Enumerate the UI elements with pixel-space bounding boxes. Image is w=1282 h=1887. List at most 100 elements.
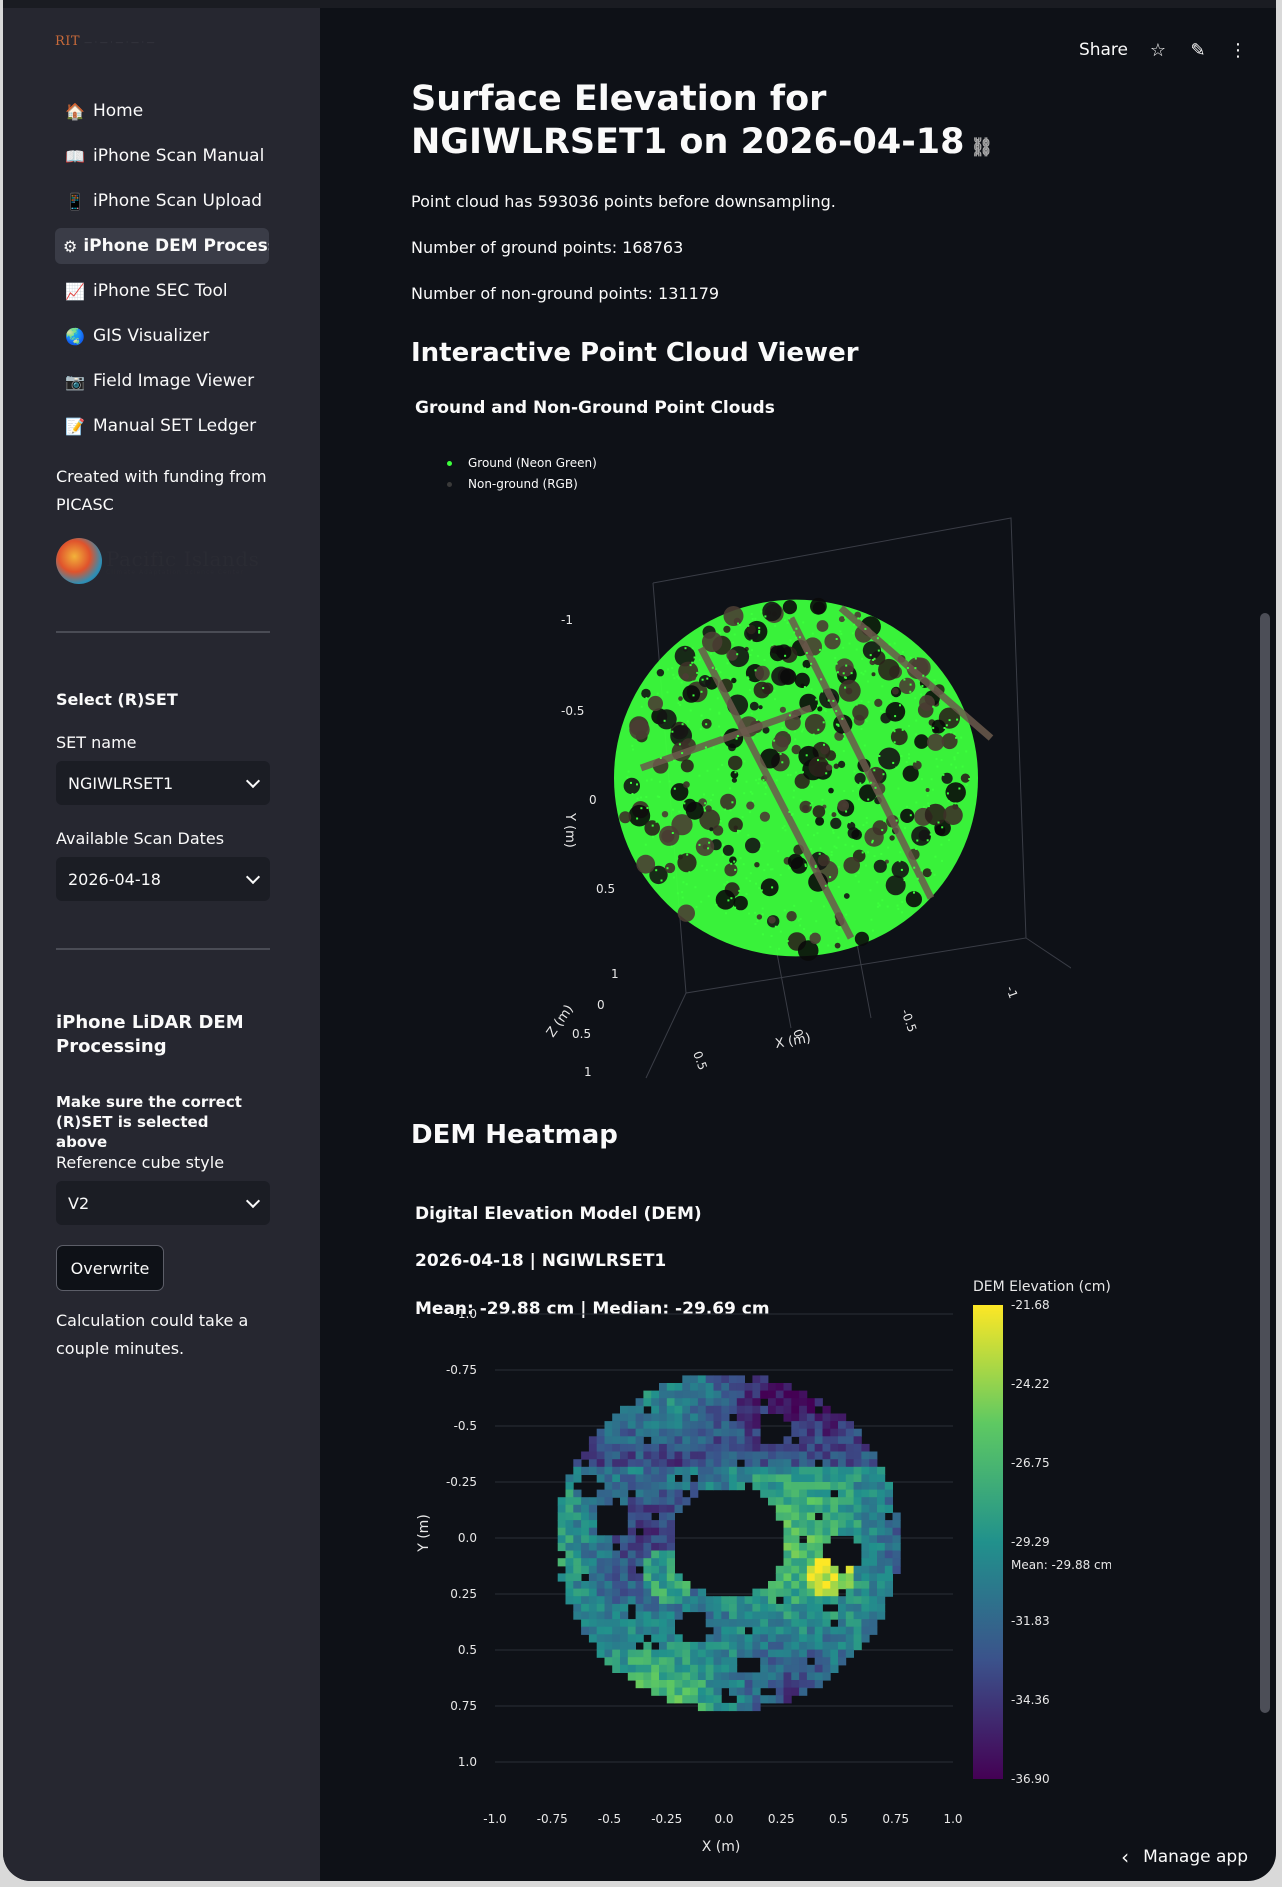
ground-point (903, 678, 906, 681)
dem-cell (752, 1611, 761, 1620)
share-button[interactable]: Share (1079, 40, 1128, 60)
dem-cell (736, 1375, 745, 1384)
dem-cell (783, 1512, 792, 1521)
dem-cell (643, 1413, 652, 1422)
sidebar-item-manual-set-ledger[interactable]: 📝 Manual SET Ledger (55, 408, 269, 444)
link-icon[interactable]: ⛓ (970, 137, 993, 158)
ground-point (751, 617, 754, 620)
dem-cell (612, 1603, 621, 1613)
star-icon[interactable]: ☆ (1148, 40, 1168, 61)
dem-cell (659, 1398, 668, 1407)
ground-point (725, 912, 727, 915)
legend-ground[interactable]: Ground (Neon Green) (447, 453, 597, 474)
ground-point (766, 863, 769, 866)
dem-cell (799, 1398, 808, 1407)
dem-cell (768, 1581, 777, 1590)
scrollbar[interactable] (1260, 613, 1270, 1713)
dem-cell (768, 1634, 777, 1643)
point-cloud-tick-label: -1 (1003, 984, 1020, 1000)
dem-cell (588, 1573, 598, 1582)
dem-cell (845, 1626, 854, 1635)
dem-cell (799, 1649, 808, 1658)
ground-point (757, 782, 760, 785)
overwrite-button[interactable]: Overwrite (56, 1245, 164, 1291)
dem-cell (830, 1649, 839, 1658)
point-cloud-3d-plot[interactable]: -1-0.500.5100.510.50 -0.5-1Y (m)X (m)Z (m… (511, 478, 1071, 1098)
dem-cell (620, 1413, 629, 1422)
ground-point (724, 808, 727, 811)
dem-cell (775, 1657, 784, 1666)
ground-point (845, 913, 848, 916)
dem-cell (635, 1634, 644, 1643)
more-menu-icon[interactable]: ⋮ (1228, 40, 1248, 61)
dem-cell (612, 1657, 621, 1666)
dem-cell (557, 1558, 566, 1567)
sidebar-item-iphone-sec-tool[interactable]: 📈 iPhone SEC Tool (55, 273, 269, 309)
dem-cell (775, 1405, 784, 1414)
ground-point (786, 940, 789, 943)
ground-point (743, 792, 746, 795)
ground-point (878, 755, 881, 757)
pencil-icon[interactable]: ✎ (1188, 40, 1208, 61)
dem-cell (635, 1459, 644, 1468)
non-ground-point (680, 759, 694, 773)
dem-cell (643, 1619, 652, 1628)
dem-cell (682, 1657, 691, 1666)
dem-cell (635, 1680, 644, 1689)
dem-cell (573, 1504, 582, 1513)
dem-cell (853, 1443, 862, 1453)
dem-cell (643, 1680, 652, 1689)
dem-cell (596, 1619, 605, 1628)
ground-point (899, 704, 901, 707)
dem-cell (806, 1489, 816, 1498)
sidebar-item-home[interactable]: 🏠 Home (55, 93, 269, 129)
dem-cell (838, 1657, 847, 1666)
dem-cell (721, 1664, 730, 1673)
dem-cell (853, 1581, 862, 1590)
ground-point (941, 859, 943, 862)
dem-cell (705, 1436, 714, 1445)
dem-cell (799, 1512, 808, 1521)
dem-cell (814, 1428, 823, 1437)
dem-cell (806, 1550, 816, 1559)
dem-cell (612, 1451, 621, 1460)
dem-cell (775, 1489, 784, 1498)
dem-cell (744, 1649, 753, 1658)
dem-cell (729, 1619, 738, 1628)
set-name-select[interactable]: NGIWLRSET1 (56, 761, 270, 805)
dem-cell (682, 1588, 691, 1597)
dem-cell (659, 1558, 668, 1567)
scan-dates-select[interactable]: 2026-04-18 (56, 857, 270, 901)
ground-point (709, 708, 712, 711)
dem-cell (682, 1459, 691, 1468)
dem-cell (729, 1474, 738, 1483)
ground-point (787, 731, 790, 734)
dem-cell (775, 1451, 784, 1460)
dem-cell (666, 1489, 675, 1498)
dem-cell (682, 1672, 691, 1681)
ground-point (931, 788, 934, 791)
sidebar-item-gis-visualizer[interactable]: 🌏 GIS Visualizer (55, 318, 269, 354)
ground-point (845, 664, 848, 667)
dem-cell (713, 1687, 722, 1696)
colorbar[interactable] (973, 1305, 1003, 1779)
dem-cell (682, 1687, 691, 1696)
dem-cell (877, 1603, 886, 1613)
dem-cell (674, 1436, 683, 1445)
dem-cell (674, 1657, 683, 1666)
dem-heatmap-plot[interactable]: -1.0-0.75-0.5-0.250.00.250.50.751.0-1.0-… (411, 1278, 1111, 1868)
dem-cell (775, 1588, 784, 1597)
non-ground-point (715, 889, 736, 910)
sidebar-item-iphone-scan-manual[interactable]: 📖 iPhone Scan Manual (55, 138, 269, 174)
sidebar-item-iphone-dem-processin[interactable]: ⚙iPhone DEM Processin (55, 228, 269, 264)
point-cloud-tick-label: 0.5 (690, 1049, 710, 1072)
manage-app-button[interactable]: ‹ Manage app (1121, 1845, 1248, 1869)
dem-cell (690, 1641, 699, 1651)
ground-point (867, 798, 870, 801)
sidebar-item-field-image-viewer[interactable]: 📷 Field Image Viewer (55, 363, 269, 399)
dem-cell (557, 1512, 566, 1521)
cube-style-select[interactable]: V2 (56, 1181, 270, 1225)
sidebar-item-iphone-scan-upload[interactable]: 📱 iPhone Scan Upload (55, 183, 269, 219)
nonground-points-count: Number of non-ground points: 131179 (411, 284, 720, 303)
rit-logo[interactable]: RIT — · — · — · — · — (55, 34, 155, 49)
